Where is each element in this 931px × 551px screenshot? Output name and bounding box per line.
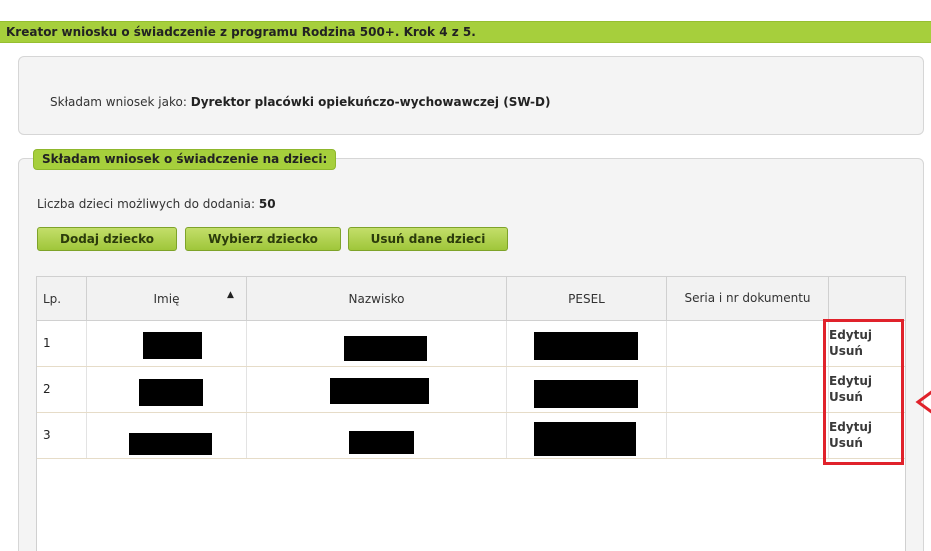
- redacted-block: [534, 422, 636, 456]
- table-row[interactable]: 1 Edytuj Usuń: [37, 321, 905, 367]
- redacted-block: [349, 431, 414, 454]
- cell-nazwisko: [247, 367, 507, 412]
- redacted-block: [143, 332, 202, 359]
- cell-pesel: [507, 413, 667, 458]
- cell-nazwisko: [247, 413, 507, 458]
- cell-lp: 3: [37, 413, 87, 458]
- role-value: Dyrektor placówki opiekuńczo-wychowawcze…: [190, 95, 551, 109]
- children-count-value: 50: [258, 197, 276, 211]
- children-count-line: Liczba dzieci możliwych do dodania: 50: [37, 197, 276, 211]
- redacted-block: [534, 332, 638, 360]
- remove-children-data-button[interactable]: Usuń dane dzieci: [348, 227, 508, 251]
- children-count-label: Liczba dzieci możliwych do dodania:: [37, 197, 256, 211]
- redacted-block: [344, 336, 427, 361]
- cell-imie: [87, 367, 247, 412]
- sort-ascending-icon[interactable]: ▲: [227, 290, 234, 300]
- column-header-nazwisko[interactable]: Nazwisko: [247, 277, 507, 320]
- children-legend: Składam wniosek o świadczenie na dzieci:: [33, 149, 337, 170]
- redacted-block: [330, 378, 429, 404]
- column-header-pesel[interactable]: PESEL: [507, 277, 667, 320]
- page: Kreator wniosku o świadczenie z programu…: [0, 0, 931, 551]
- role-panel: Składam wniosek jako: Dyrektor placówki …: [18, 56, 924, 135]
- annotation-arrow-icon: [915, 390, 931, 414]
- cell-lp: 2: [37, 367, 87, 412]
- cell-lp: 1: [37, 321, 87, 366]
- wizard-title: Kreator wniosku o świadczenie z programu…: [6, 25, 476, 39]
- column-header-lp[interactable]: Lp.: [37, 277, 87, 320]
- cell-pesel: [507, 367, 667, 412]
- column-header-seria[interactable]: Seria i nr dokumentu: [667, 277, 829, 320]
- annotation-highlight-box: [823, 319, 904, 465]
- table-row[interactable]: 2 Edytuj Usuń: [37, 367, 905, 413]
- redacted-block: [139, 379, 203, 406]
- children-table: Lp. Imię ▲ Nazwisko PESEL Seria i nr dok…: [36, 276, 906, 551]
- redacted-block: [534, 380, 638, 408]
- redacted-block: [129, 433, 212, 455]
- table-header: Lp. Imię ▲ Nazwisko PESEL Seria i nr dok…: [37, 277, 905, 321]
- cell-seria: [667, 367, 829, 412]
- column-header-actions: [829, 277, 905, 320]
- add-child-button[interactable]: Dodaj dziecko: [37, 227, 177, 251]
- choose-child-button[interactable]: Wybierz dziecko: [185, 227, 341, 251]
- table-row[interactable]: 3 Edytuj Usuń: [37, 413, 905, 459]
- column-header-imie-label: Imię: [153, 291, 180, 306]
- column-header-imie[interactable]: Imię ▲: [87, 277, 247, 320]
- cell-imie: [87, 321, 247, 366]
- cell-seria: [667, 321, 829, 366]
- cell-nazwisko: [247, 321, 507, 366]
- cell-seria: [667, 413, 829, 458]
- wizard-header-bar: Kreator wniosku o świadczenie z programu…: [0, 21, 931, 43]
- cell-imie: [87, 413, 247, 458]
- role-label: Składam wniosek jako:: [50, 95, 187, 109]
- cell-pesel: [507, 321, 667, 366]
- role-line: Składam wniosek jako: Dyrektor placówki …: [50, 95, 550, 109]
